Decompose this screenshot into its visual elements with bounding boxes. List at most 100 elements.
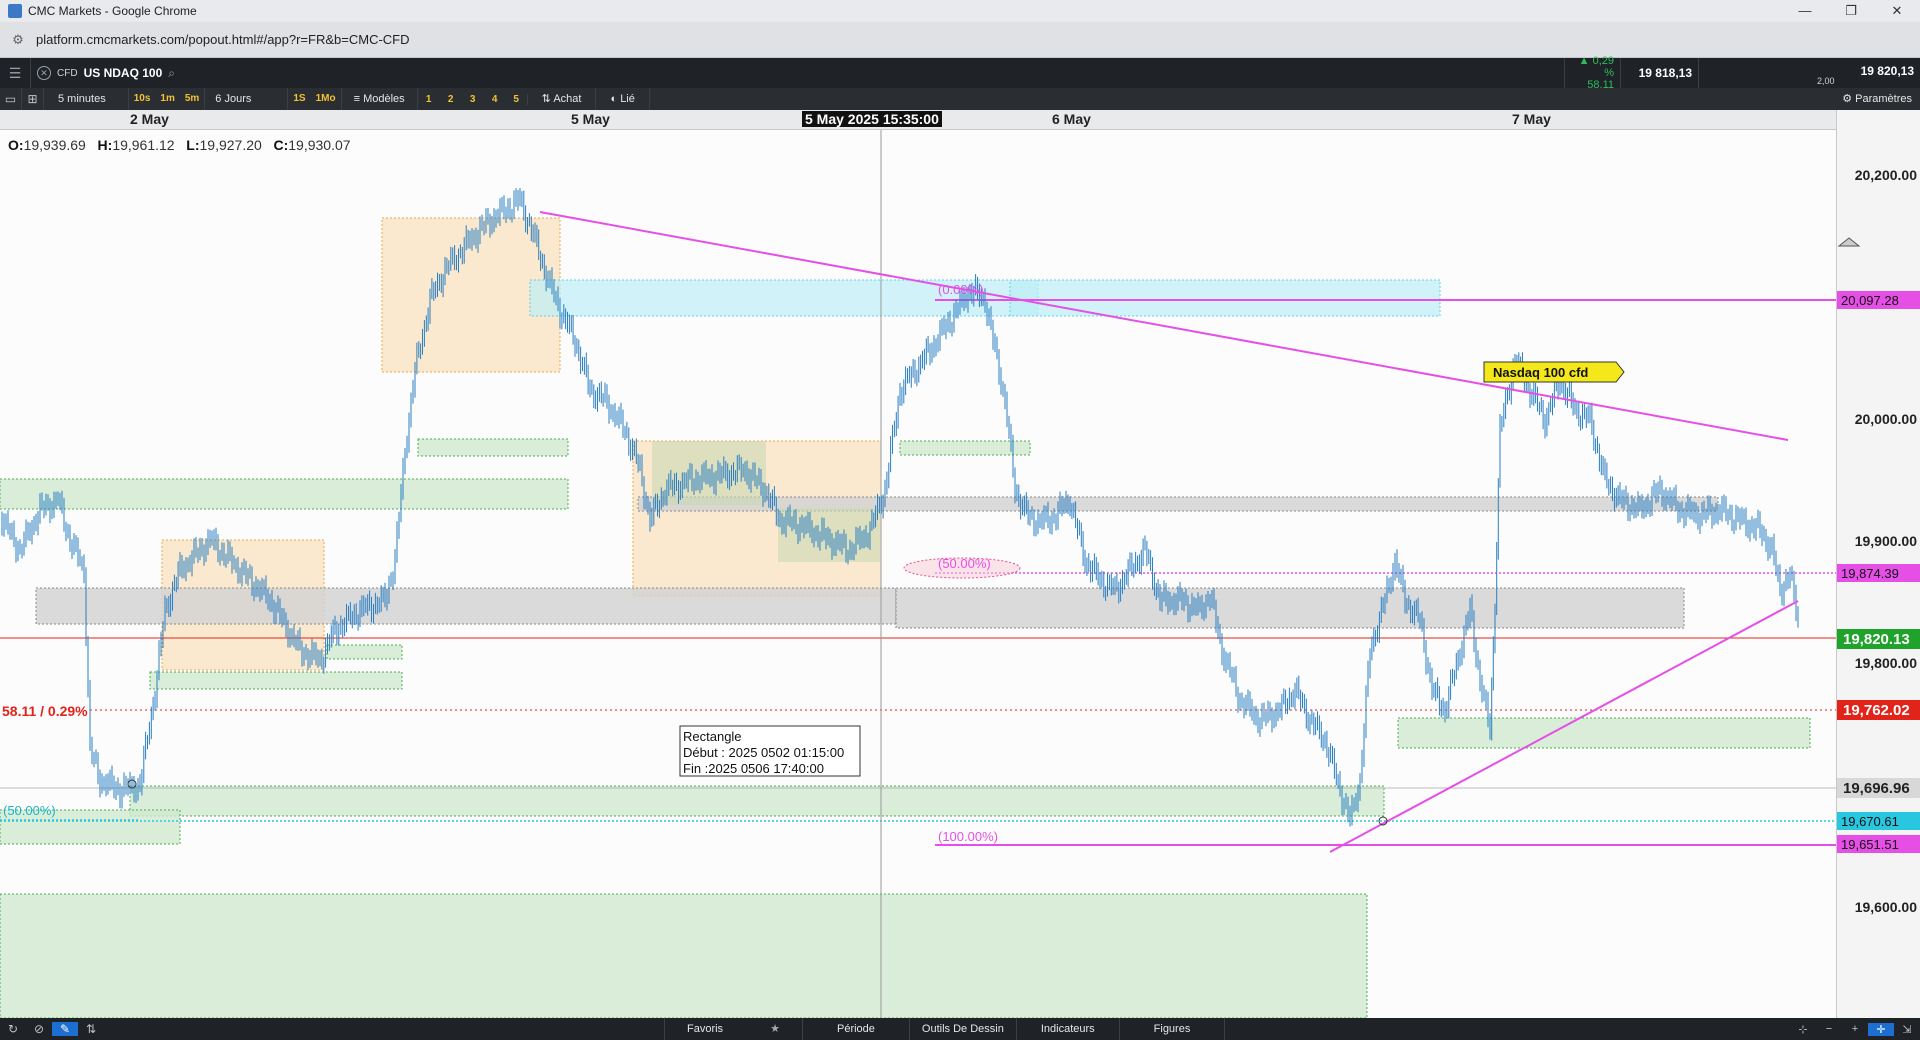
minimize-icon[interactable]: — <box>1782 3 1828 19</box>
grid-layout-icon[interactable]: ⊞ <box>22 88 44 110</box>
overlap-zone <box>778 508 880 562</box>
home-icon[interactable] <box>1837 237 1861 247</box>
sell-price-button[interactable]: 19 818,13 <box>1620 58 1698 88</box>
price-tick: 19,600.00 <box>1855 899 1917 915</box>
tab-period[interactable]: Période <box>802 1018 909 1040</box>
link-button[interactable]: ◐ Lié <box>596 88 650 110</box>
zoom-in-icon[interactable]: + <box>1842 1023 1868 1036</box>
price-tag-label: 19,874.39 <box>1841 566 1899 581</box>
demand-zone[interactable] <box>0 893 1368 1018</box>
demand-zone[interactable] <box>129 785 1385 817</box>
address-bar[interactable]: ⚙ platform.cmcmarkets.com/popout.html#/a… <box>0 22 1920 58</box>
trend-line-down[interactable] <box>539 211 1789 441</box>
model-slot-1[interactable]: 1 <box>418 94 440 105</box>
price-chart[interactable]: (0.00%) (50.00%) (100.00%) (50.00%) 58.1… <box>0 130 1836 1018</box>
instrument-selector[interactable]: ✕ CFD US NDAQ 100 ⌕ <box>30 58 181 88</box>
layout-icon[interactable]: ▭ <box>0 88 22 110</box>
tab-drawing-tools[interactable]: Outils De Dessin <box>908 1018 1016 1040</box>
instrument-header: ☰ ✕ CFD US NDAQ 100 ⌕ ▲ 0,29 % 58,11 19 … <box>0 55 1920 91</box>
price-tag-label: 20,097.28 <box>1841 293 1899 308</box>
low-label: L: <box>186 137 200 153</box>
range-select[interactable]: 6 Jours <box>205 88 289 110</box>
close-value: 19,930.07 <box>288 137 351 153</box>
crosshair-icon[interactable]: ⊹ <box>1790 1023 1816 1036</box>
interval-5m[interactable]: 5m <box>180 88 206 110</box>
price-tick: 20,200.00 <box>1855 167 1917 183</box>
tab-favorites[interactable]: Favoris ★ <box>664 1018 802 1040</box>
price-tag-label: 19,762.02 <box>1843 702 1910 719</box>
low-value: 19,927.20 <box>199 137 262 153</box>
buy-icon: ⇅ <box>541 93 554 105</box>
model-slot-4[interactable]: 4 <box>484 94 506 105</box>
high-label: H: <box>97 137 113 153</box>
price-tag-label: 19,696.96 <box>1843 780 1910 797</box>
spread-value: 2,00 <box>1817 76 1835 86</box>
close-icon[interactable]: ✕ <box>1874 3 1920 19</box>
fib-50-left-label: (50.00%) <box>3 803 56 818</box>
open-label: O: <box>8 137 24 153</box>
link-icon: ◐ <box>610 93 621 105</box>
ohlc-readout: O:19,939.69 H:19,961.12 L:19,927.20 C:19… <box>8 137 351 153</box>
date-label: 2 May <box>130 111 169 127</box>
buy-price-button[interactable]: 19 820,13 2,00 <box>1698 58 1920 88</box>
buy-button[interactable]: ⇅ Achat <box>528 88 597 110</box>
menu-icon[interactable]: ☰ <box>0 65 30 82</box>
model-slot-2[interactable]: 2 <box>440 94 462 105</box>
magnet-icon[interactable]: ⇅ <box>78 1022 104 1036</box>
change-percent: ▲ 0,29 % <box>1578 55 1614 79</box>
tooltip-start: Début : 2025 0502 01:15:00 <box>683 745 844 760</box>
pencil-icon[interactable]: ✎ <box>52 1022 78 1036</box>
maximize-icon[interactable]: ❐ <box>1828 3 1874 19</box>
browser-title-bar: CMC Markets - Google Chrome — ❐ ✕ <box>0 0 1920 22</box>
range-1mo[interactable]: 1Mo <box>311 88 342 110</box>
price-tag-label: 19,820.13 <box>1843 631 1910 648</box>
models-icon: ≡ <box>353 93 364 105</box>
price-tag-label: 19,651.51 <box>1841 837 1899 852</box>
change-label: 58.11 / 0.29% <box>2 703 88 719</box>
model-slot-5[interactable]: 5 <box>506 93 528 105</box>
price-axis[interactable]: 20,200.00 20,000.00 19,900.00 19,800.00 … <box>1836 110 1920 1018</box>
open-value: 19,939.69 <box>23 137 86 153</box>
interval-1m[interactable]: 1m <box>155 88 179 110</box>
demand-zone[interactable] <box>326 644 403 660</box>
close-instrument-icon[interactable]: ✕ <box>37 66 51 80</box>
models-button[interactable]: ≡ Modèles <box>342 88 418 110</box>
url-text[interactable]: platform.cmcmarkets.com/popout.html#/app… <box>36 32 410 47</box>
star-icon: ★ <box>770 1023 780 1035</box>
demand-zone[interactable] <box>1397 717 1811 749</box>
fib-100-label: (100.00%) <box>938 829 998 844</box>
daily-change: ▲ 0,29 % 58,11 <box>1564 55 1620 91</box>
fib-0-label: (0.00%) <box>938 282 984 297</box>
tab-indicators[interactable]: Indicateurs <box>1015 1018 1119 1040</box>
window-title: CMC Markets - Google Chrome <box>28 4 197 18</box>
model-slot-3[interactable]: 3 <box>462 94 484 105</box>
demand-zone[interactable] <box>149 671 403 690</box>
close-label: C: <box>273 137 289 153</box>
site-info-icon[interactable]: ⚙ <box>10 32 26 48</box>
expand-icon[interactable]: ⇲ <box>1894 1023 1920 1036</box>
ask-price: 19 820,13 <box>1860 64 1914 78</box>
chart-toolbar: ▭ ⊞ 5 minutes 10s 1m 5m 6 Jours 1S 1Mo ≡… <box>0 88 1920 110</box>
price-tick: 19,800.00 <box>1855 655 1917 671</box>
no-entry-icon[interactable]: ⊘ <box>26 1022 52 1036</box>
tab-figures[interactable]: Figures <box>1118 1018 1226 1040</box>
date-axis: 2 May 5 May 5 May 2025 15:35:00 6 May 7 … <box>0 110 1836 130</box>
range-1s[interactable]: 1S <box>288 88 310 110</box>
settings-button[interactable]: ⚙ Paramètres <box>1833 88 1920 110</box>
demand-zone[interactable] <box>417 438 569 457</box>
link-label: Lié <box>620 93 635 105</box>
demand-zone[interactable] <box>0 478 569 510</box>
cursor-icon[interactable]: ✛ <box>1868 1022 1894 1036</box>
date-label: 7 May <box>1512 111 1551 127</box>
high-value: 19,961.12 <box>112 137 175 153</box>
chart-canvas[interactable]: (0.00%) (50.00%) (100.00%) (50.00%) 58.1… <box>0 130 1836 1018</box>
window-controls: — ❐ ✕ <box>1782 3 1920 19</box>
crosshair-date-label: 5 May 2025 15:35:00 <box>802 111 942 127</box>
search-icon[interactable]: ⌕ <box>168 66 175 81</box>
interval-10s[interactable]: 10s <box>129 88 156 110</box>
zoom-out-icon[interactable]: − <box>1816 1023 1842 1036</box>
range-zone[interactable] <box>895 587 1685 629</box>
refresh-icon[interactable]: ↻ <box>0 1022 26 1036</box>
timeframe-select[interactable]: 5 minutes <box>44 88 129 110</box>
gear-icon: ⚙ <box>1842 93 1856 105</box>
